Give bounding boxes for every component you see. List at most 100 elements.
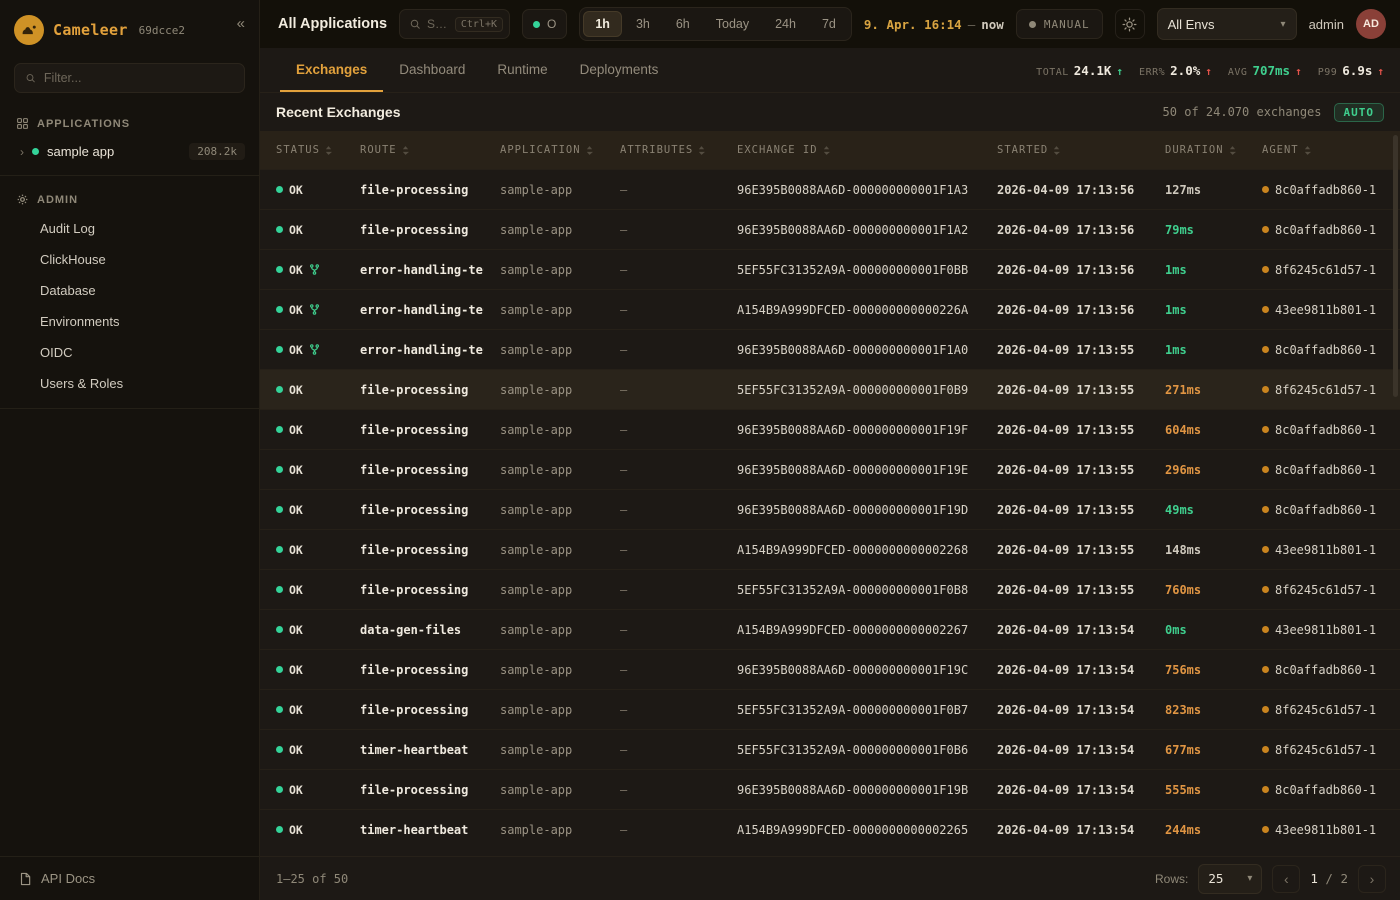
- route-cell: file-processing: [344, 503, 484, 517]
- sidebar-collapse-icon[interactable]: «: [237, 15, 245, 32]
- brand-name: Cameleer: [53, 21, 128, 39]
- column-header-status[interactable]: STATUS: [260, 144, 344, 156]
- theme-toggle-button[interactable]: [1115, 9, 1145, 39]
- next-page-button[interactable]: ›: [1358, 865, 1386, 893]
- sidebar-item-audit-log[interactable]: Audit Log: [0, 213, 259, 244]
- manual-refresh-button[interactable]: MANUAL: [1016, 9, 1103, 39]
- sidebar-item-sample-app[interactable]: › sample app 208.2k: [0, 137, 259, 166]
- time-range-24h[interactable]: 24h: [763, 11, 808, 37]
- exchange-id-cell: 96E395B0088AA6D-000000000001F1A3: [721, 183, 981, 197]
- sidebar-item-oidc[interactable]: OIDC: [0, 337, 259, 368]
- duration-cell: 127ms: [1149, 183, 1246, 197]
- column-header-started[interactable]: STARTED: [981, 144, 1149, 156]
- filter-input[interactable]: [44, 71, 234, 85]
- agent-cell: 8f6245c61d57-1: [1246, 583, 1400, 597]
- table-row[interactable]: OK file-processing sample-app — 5EF55FC3…: [260, 369, 1400, 409]
- sidebar-header: Cameleer 69dcce2 «: [0, 0, 259, 55]
- attributes-cell: —: [604, 703, 721, 717]
- time-range-1h[interactable]: 1h: [583, 11, 622, 37]
- sidebar-item-clickhouse[interactable]: ClickHouse: [0, 244, 259, 275]
- api-docs-link[interactable]: API Docs: [0, 856, 259, 900]
- sidebar-item-environments[interactable]: Environments: [0, 306, 259, 337]
- time-range-6h[interactable]: 6h: [664, 11, 702, 37]
- time-range-today[interactable]: Today: [704, 11, 761, 37]
- status-label: OK: [289, 743, 303, 757]
- agent-dot: [1262, 226, 1269, 233]
- scrollbar-thumb[interactable]: [1393, 135, 1398, 397]
- agent-dot: [1262, 186, 1269, 193]
- route-cell: error-handling-test: [344, 263, 484, 277]
- duration-cell: 760ms: [1149, 583, 1246, 597]
- table-row[interactable]: OK file-processing sample-app — 96E395B0…: [260, 489, 1400, 529]
- global-search[interactable]: S… Ctrl+K: [399, 9, 510, 39]
- attributes-cell: —: [604, 743, 721, 757]
- table-row[interactable]: OK file-processing sample-app — 96E395B0…: [260, 409, 1400, 449]
- tab-runtime[interactable]: Runtime: [481, 48, 563, 92]
- table-row[interactable]: OK timer-heartbeat sample-app — A154B9A9…: [260, 809, 1400, 849]
- application-cell: sample-app: [484, 383, 604, 397]
- column-header-exchange-id[interactable]: EXCHANGE ID: [721, 144, 981, 156]
- tab-exchanges[interactable]: Exchanges: [280, 48, 383, 92]
- attributes-cell: —: [604, 223, 721, 237]
- table-row[interactable]: OK file-processing sample-app — 5EF55FC3…: [260, 689, 1400, 729]
- table-row[interactable]: OK data-gen-files sample-app — A154B9A99…: [260, 609, 1400, 649]
- duration-cell: 756ms: [1149, 663, 1246, 677]
- table-row[interactable]: OK file-processing sample-app — A154B9A9…: [260, 529, 1400, 569]
- status-label: OK: [289, 503, 303, 517]
- duration-cell: 271ms: [1149, 383, 1246, 397]
- column-header-agent[interactable]: AGENT: [1246, 144, 1400, 156]
- auto-refresh-badge[interactable]: AUTO: [1334, 103, 1385, 122]
- started-cell: 2026-04-09 17:13:55: [981, 463, 1149, 477]
- table-row[interactable]: OK error-handling-test sample-app — A154…: [260, 289, 1400, 329]
- attributes-cell: —: [604, 303, 721, 317]
- sidebar-divider: [0, 408, 259, 409]
- live-indicator[interactable]: O: [522, 9, 567, 39]
- status-ok-dot: [276, 586, 283, 593]
- time-range-3h[interactable]: 3h: [624, 11, 662, 37]
- table-row[interactable]: OK error-handling-test sample-app — 5EF5…: [260, 249, 1400, 289]
- sidebar-item-database[interactable]: Database: [0, 275, 259, 306]
- status-ok-dot: [276, 666, 283, 673]
- table-row[interactable]: OK error-handling-test sample-app — 96E3…: [260, 329, 1400, 369]
- application-cell: sample-app: [484, 823, 604, 837]
- status-ok-dot: [276, 826, 283, 833]
- column-header-application[interactable]: APPLICATION: [484, 144, 604, 156]
- rows-per-page-select[interactable]: 25 ▾: [1198, 864, 1262, 894]
- application-cell: sample-app: [484, 263, 604, 277]
- exchange-id-cell: 5EF55FC31352A9A-000000000001F0B7: [721, 703, 981, 717]
- column-header-attributes[interactable]: ATTRIBUTES: [604, 144, 721, 156]
- chevron-right-icon[interactable]: ›: [20, 145, 24, 159]
- table-row[interactable]: OK timer-heartbeat sample-app — 5EF55FC3…: [260, 729, 1400, 769]
- status-ok-dot: [276, 386, 283, 393]
- application-cell: sample-app: [484, 663, 604, 677]
- applications-section-label: APPLICATIONS: [0, 109, 259, 137]
- agent-cell: 8c0affadb860-1: [1246, 343, 1400, 357]
- table-row[interactable]: OK file-processing sample-app — 5EF55FC3…: [260, 569, 1400, 609]
- fork-icon: [309, 304, 320, 315]
- tab-deployments[interactable]: Deployments: [564, 48, 675, 92]
- attributes-cell: —: [604, 183, 721, 197]
- table-row[interactable]: OK file-processing sample-app — 96E395B0…: [260, 769, 1400, 809]
- started-cell: 2026-04-09 17:13:55: [981, 503, 1149, 517]
- avatar[interactable]: AD: [1356, 9, 1386, 39]
- table-row[interactable]: OK file-processing sample-app — 96E395B0…: [260, 449, 1400, 489]
- duration-cell: 244ms: [1149, 823, 1246, 837]
- column-header-duration[interactable]: DURATION: [1149, 144, 1246, 156]
- sidebar-filter[interactable]: [14, 63, 245, 93]
- time-range-7d[interactable]: 7d: [810, 11, 848, 37]
- tab-dashboard[interactable]: Dashboard: [383, 48, 481, 92]
- table-row[interactable]: OK file-processing sample-app — 96E395B0…: [260, 209, 1400, 249]
- agent-cell: 8f6245c61d57-1: [1246, 263, 1400, 277]
- status-ok-dot: [276, 506, 283, 513]
- brand-version: 69dcce2: [139, 24, 185, 37]
- prev-page-button[interactable]: ‹: [1272, 865, 1300, 893]
- environment-select[interactable]: All Envs ▾: [1157, 8, 1297, 40]
- started-cell: 2026-04-09 17:13:55: [981, 543, 1149, 557]
- table-row[interactable]: OK file-processing sample-app — 96E395B0…: [260, 649, 1400, 689]
- started-cell: 2026-04-09 17:13:54: [981, 823, 1149, 837]
- table-row[interactable]: OK file-processing sample-app — 96E395B0…: [260, 169, 1400, 209]
- route-cell: file-processing: [344, 543, 484, 557]
- column-header-route[interactable]: ROUTE: [344, 144, 484, 156]
- sidebar-item-users-roles[interactable]: Users & Roles: [0, 368, 259, 399]
- application-cell: sample-app: [484, 343, 604, 357]
